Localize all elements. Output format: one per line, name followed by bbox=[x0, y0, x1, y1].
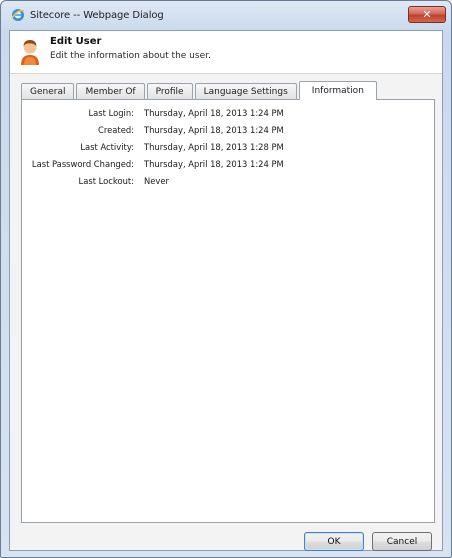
last-lockout-value: Never bbox=[144, 176, 169, 186]
internet-explorer-icon bbox=[11, 8, 25, 22]
created-label: Created: bbox=[98, 125, 134, 135]
last-lockout-row: Last Lockout: Never bbox=[22, 176, 434, 188]
created-row: Created: Thursday, April 18, 2013 1:24 P… bbox=[22, 125, 434, 137]
last-activity-label: Last Activity: bbox=[80, 142, 134, 152]
tab-profile[interactable]: Profile bbox=[146, 83, 193, 99]
last-password-changed-row: Last Password Changed: Thursday, April 1… bbox=[22, 159, 434, 171]
user-icon bbox=[19, 38, 41, 66]
last-login-row: Last Login: Thursday, April 18, 2013 1:2… bbox=[22, 108, 434, 120]
created-value: Thursday, April 18, 2013 1:24 PM bbox=[144, 125, 284, 135]
dialog-content: Edit User Edit the information about the… bbox=[9, 30, 443, 551]
last-activity-value: Thursday, April 18, 2013 1:28 PM bbox=[144, 142, 284, 152]
dialog-header: Edit User Edit the information about the… bbox=[10, 31, 442, 74]
page-title: Edit User bbox=[50, 36, 102, 47]
tab-general[interactable]: General bbox=[21, 83, 75, 99]
last-password-changed-label: Last Password Changed: bbox=[31, 159, 134, 169]
tab-information[interactable]: Information bbox=[298, 81, 377, 100]
tab-member-of[interactable]: Member Of bbox=[76, 83, 145, 99]
ok-button[interactable]: OK bbox=[304, 532, 364, 551]
tab-strip: General Member Of Profile Language Setti… bbox=[21, 81, 379, 100]
last-login-label: Last Login: bbox=[88, 108, 134, 118]
window-title: Sitecore -- Webpage Dialog bbox=[30, 9, 164, 21]
close-icon: ✕ bbox=[422, 8, 432, 21]
page-subtitle: Edit the information about the user. bbox=[50, 51, 211, 61]
last-password-changed-value: Thursday, April 18, 2013 1:24 PM bbox=[144, 159, 284, 169]
last-login-value: Thursday, April 18, 2013 1:24 PM bbox=[144, 108, 284, 118]
title-bar[interactable]: Sitecore -- Webpage Dialog ✕ bbox=[1, 1, 451, 29]
webpage-dialog-window: Sitecore -- Webpage Dialog ✕ Edit User E… bbox=[0, 0, 452, 558]
last-activity-row: Last Activity: Thursday, April 18, 2013 … bbox=[22, 142, 434, 154]
information-panel: Last Login: Thursday, April 18, 2013 1:2… bbox=[21, 99, 435, 523]
last-lockout-label: Last Lockout: bbox=[78, 176, 134, 186]
cancel-button[interactable]: Cancel bbox=[372, 532, 432, 551]
close-button[interactable]: ✕ bbox=[408, 6, 446, 23]
tab-language-settings[interactable]: Language Settings bbox=[194, 83, 297, 99]
